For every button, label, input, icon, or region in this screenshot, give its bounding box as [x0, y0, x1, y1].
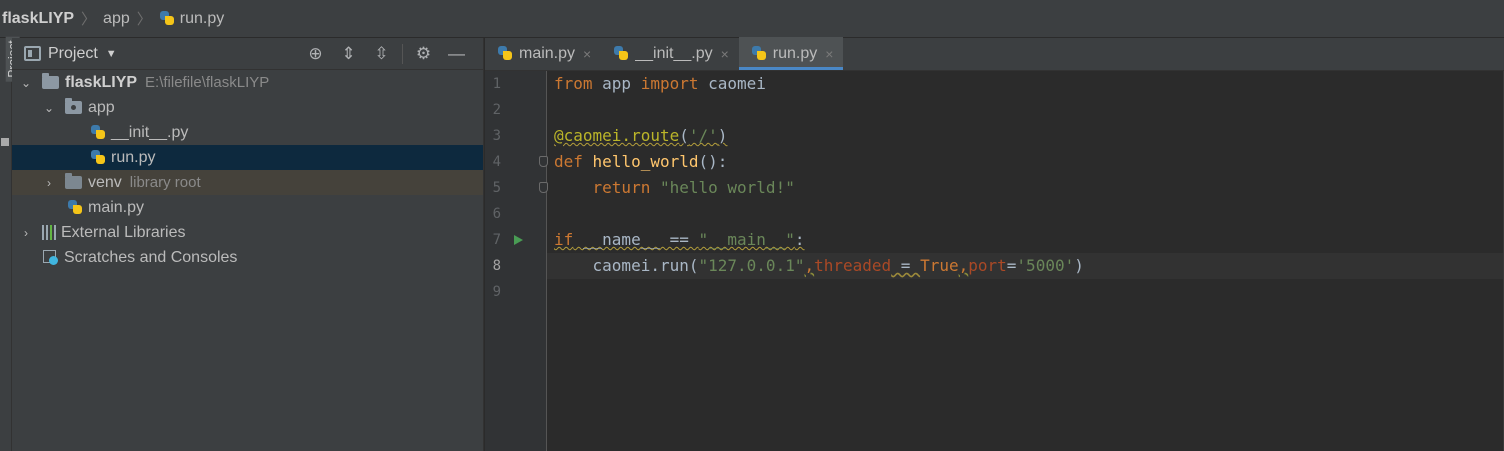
tree-item-hint: library root — [129, 174, 201, 191]
scratches-icon — [42, 249, 59, 266]
tab-label: main.py — [519, 44, 576, 62]
tree-item-label: Scratches and Consoles — [64, 248, 238, 266]
chevron-right-icon[interactable]: › — [20, 226, 32, 240]
chevron-down-icon[interactable]: ▼ — [106, 48, 117, 60]
tab-run-py[interactable]: run.py × — [738, 37, 844, 70]
editor: main.py × __init__.py × run.py × 1 2 3 4… — [485, 37, 1504, 451]
code-area[interactable]: from app import caomei @caomei.route('/'… — [547, 71, 1504, 451]
line-number: 1 — [492, 76, 501, 92]
tree-item-label: main.py — [88, 198, 145, 216]
code-line-1: from app import caomei — [554, 74, 766, 93]
tree-item-path: E:\filefile\flaskLIYP — [145, 74, 270, 91]
tree-item-label: run.py — [111, 148, 156, 166]
project-view-selector[interactable]: Project — [48, 45, 98, 63]
line-number: 4 — [485, 149, 548, 175]
tab-main-py[interactable]: main.py × — [485, 37, 601, 70]
line-number: 2 — [492, 102, 501, 118]
breadcrumb-project[interactable]: flaskLIYP — [2, 10, 74, 28]
tree-item-external-libraries[interactable]: › External Libraries — [12, 220, 483, 245]
python-file-icon — [751, 45, 768, 62]
chevron-right-icon: 〉 — [81, 11, 97, 28]
structure-icon[interactable] — [1, 138, 9, 146]
tree-item-label: venv — [88, 173, 122, 191]
tree-item-label: __init__.py — [111, 123, 189, 141]
tree-item-root[interactable]: ⌄ flaskLIYP E:\filefile\flaskLIYP — [12, 70, 483, 95]
line-number: 9 — [492, 284, 501, 300]
python-file-icon — [159, 10, 176, 27]
breadcrumb-folder[interactable]: app — [103, 10, 130, 28]
close-icon[interactable]: × — [825, 46, 833, 62]
code-line-3: @caomei.route('/') — [554, 126, 728, 145]
breadcrumb: flaskLIYP 〉 app 〉 run.py — [0, 0, 1504, 38]
editor-tabs: main.py × __init__.py × run.py × — [485, 37, 1504, 71]
tree-item-main[interactable]: main.py — [12, 195, 483, 220]
tree-item-init[interactable]: __init__.py — [12, 120, 483, 145]
code-line-8: caomei.run("127.0.0.1",threaded = True,p… — [547, 253, 1504, 279]
expand-all-icon[interactable]: ⇕ — [332, 44, 365, 64]
python-file-icon — [497, 45, 514, 62]
code-line-4: def hello_world(): — [554, 152, 728, 171]
python-file-icon — [67, 199, 84, 216]
tab-label: __init__.py — [635, 44, 713, 62]
close-icon[interactable]: × — [721, 46, 729, 62]
tool-window-strip: Project — [0, 36, 20, 451]
python-file-icon — [613, 45, 630, 62]
breadcrumb-file[interactable]: run.py — [180, 10, 224, 28]
tree-item-venv[interactable]: › venv library root — [12, 170, 483, 195]
chevron-down-icon[interactable]: ⌄ — [20, 76, 32, 90]
tree-item-label: External Libraries — [61, 223, 186, 241]
folder-icon — [65, 173, 82, 189]
tree-item-run[interactable]: run.py — [12, 145, 483, 170]
tab-label: run.py — [772, 44, 818, 62]
chevron-right-icon[interactable]: › — [43, 176, 55, 190]
tree-item-scratches[interactable]: Scratches and Consoles — [12, 245, 483, 270]
line-number: 5 — [485, 175, 548, 201]
line-number: 8 — [492, 258, 501, 274]
libraries-icon — [42, 225, 56, 240]
hide-panel-icon[interactable]: — — [440, 44, 473, 64]
line-number: 7 — [485, 227, 547, 253]
tree-item-label: flaskLIYP — [65, 73, 138, 91]
folder-icon — [42, 73, 59, 89]
project-view-icon — [24, 46, 41, 61]
package-folder-icon — [65, 98, 82, 114]
line-number: 3 — [492, 128, 501, 144]
close-icon[interactable]: × — [583, 46, 591, 62]
project-panel: Project ▼ ⊕ ⇕ ⇳ ⚙ — ⌄ flaskLIYP E:\filef… — [12, 38, 484, 451]
run-icon[interactable] — [514, 235, 523, 245]
code-line-5: return "hello world!" — [592, 178, 795, 197]
tree-item-app[interactable]: ⌄ app — [12, 95, 483, 120]
python-file-icon — [90, 149, 107, 166]
chevron-right-icon: 〉 — [136, 11, 152, 28]
line-number: 6 — [492, 206, 501, 222]
chevron-down-icon[interactable]: ⌄ — [43, 101, 55, 115]
code-line-7: if __name__ == "__main__": — [554, 230, 805, 249]
python-file-icon — [90, 124, 107, 141]
tree-item-label: app — [88, 98, 115, 116]
project-panel-header: Project ▼ ⊕ ⇕ ⇳ ⚙ — — [12, 38, 483, 70]
line-gutter[interactable]: 1 2 3 4 5 6 7 8 9 — [485, 71, 548, 451]
tab-init-py[interactable]: __init__.py × — [601, 37, 739, 70]
collapse-all-icon[interactable]: ⇳ — [365, 44, 398, 64]
gear-icon[interactable]: ⚙ — [407, 44, 440, 64]
project-tree: ⌄ flaskLIYP E:\filefile\flaskLIYP ⌄ app … — [12, 70, 483, 270]
toolbar-divider — [402, 44, 403, 64]
locate-file-icon[interactable]: ⊕ — [299, 44, 332, 64]
